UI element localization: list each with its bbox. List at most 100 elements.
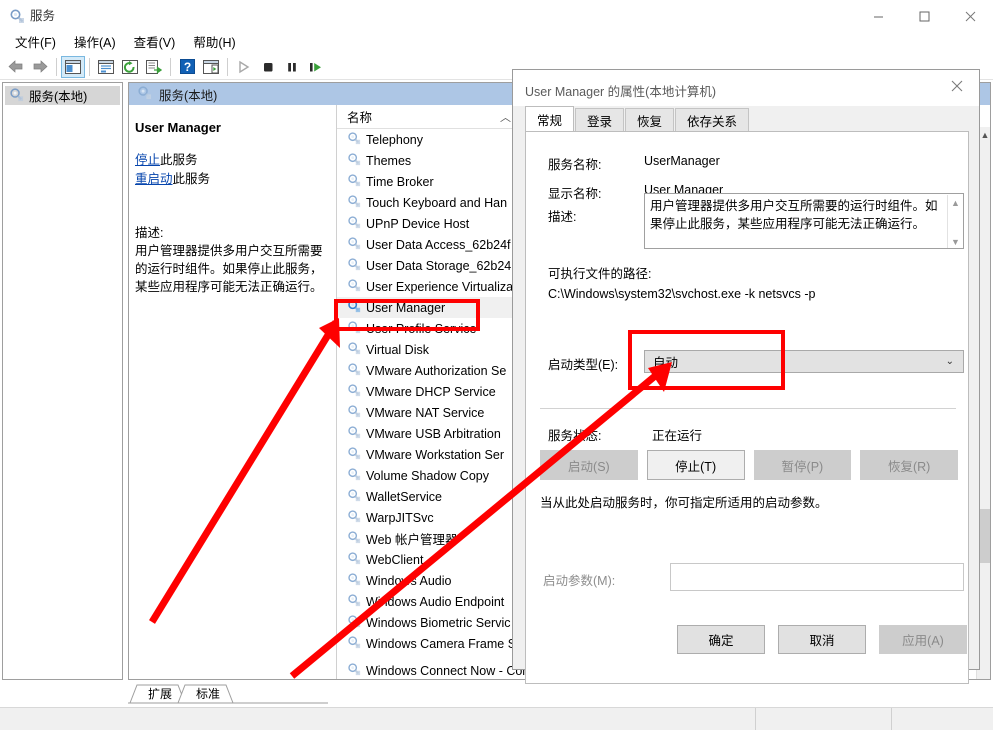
services-gear-icon xyxy=(347,320,361,337)
services-gear-icon xyxy=(347,593,361,610)
stop-button[interactable]: 停止(T) xyxy=(646,450,745,480)
apply-button[interactable]: 应用(A) xyxy=(879,625,967,654)
column-header-name[interactable]: 名称 xyxy=(337,107,512,126)
description-textarea[interactable]: 用户管理器提供多用户交互所需要的运行时组件。如果停止此服务，某些应用程序可能无法… xyxy=(644,193,964,249)
ok-button[interactable]: 确定 xyxy=(677,625,765,654)
maximize-button[interactable] xyxy=(901,0,947,32)
stop-service-link[interactable]: 停止 xyxy=(135,153,160,167)
window-controls xyxy=(855,0,993,32)
services-gear-icon xyxy=(347,131,361,148)
start-button-label: 启动(S) xyxy=(568,459,610,474)
services-gear-icon xyxy=(347,467,361,484)
service-name: Time Broker xyxy=(366,174,434,189)
services-gear-icon xyxy=(347,509,361,526)
tab-general-label: 常规 xyxy=(537,114,563,128)
service-name: Windows Biometric Servic xyxy=(366,615,511,630)
resume-button-label: 恢复(R) xyxy=(887,459,931,474)
start-service-icon[interactable] xyxy=(232,56,256,78)
services-gear-icon xyxy=(347,572,361,589)
service-status-label: 服务状态: xyxy=(548,429,602,443)
startup-params-hint: 当从此处启动服务时，你可指定所适用的启动参数。 xyxy=(540,496,828,510)
services-gear-icon xyxy=(347,530,361,547)
start-button[interactable]: 启动(S) xyxy=(540,450,638,480)
service-name: WebClient xyxy=(366,552,424,567)
tab-logon[interactable]: 登录 xyxy=(575,108,625,132)
description-scrollbar[interactable]: ▲ ▼ xyxy=(947,195,963,248)
refresh-icon[interactable] xyxy=(118,56,142,78)
show-hide-tree-icon[interactable] xyxy=(61,55,85,78)
services-gear-icon xyxy=(347,278,361,295)
services-gear-icon xyxy=(9,87,24,105)
show-action-pane-icon[interactable] xyxy=(199,56,223,78)
stop-service-link-row[interactable]: 停止此服务 xyxy=(135,151,326,170)
tab-standard[interactable]: 标准 xyxy=(186,684,230,703)
apply-button-label: 应用(A) xyxy=(902,634,944,648)
pause-service-icon[interactable] xyxy=(280,56,304,78)
service-name: User Profile Service xyxy=(366,321,477,336)
service-name: VMware Workstation Ser xyxy=(366,447,505,462)
back-icon[interactable] xyxy=(4,56,28,78)
pause-button[interactable]: 暂停(P) xyxy=(753,450,852,480)
status-bar xyxy=(0,707,993,730)
menu-action[interactable]: 操作(A) xyxy=(65,33,125,53)
services-gear-icon xyxy=(347,362,361,379)
menu-help[interactable]: 帮助(H) xyxy=(184,33,244,53)
service-name: Telephony xyxy=(366,132,423,147)
services-gear-icon xyxy=(9,8,25,24)
menu-view[interactable]: 查看(V) xyxy=(125,33,185,53)
cancel-button[interactable]: 取消 xyxy=(778,625,866,654)
service-control-buttons: 启动(S) 停止(T) 暂停(P) 恢复(R) xyxy=(540,450,958,480)
startup-type-value: 自动 xyxy=(653,356,679,370)
services-gear-icon xyxy=(347,635,361,652)
resume-button[interactable]: 恢复(R) xyxy=(860,450,958,480)
export-list-icon[interactable] xyxy=(142,56,166,78)
service-name: User Experience Virtualiza xyxy=(366,279,514,294)
restart-service-link-suffix: 此服务 xyxy=(172,172,211,186)
close-button[interactable] xyxy=(947,0,993,32)
menu-file[interactable]: 文件(F) xyxy=(6,33,65,53)
scroll-down-icon[interactable]: ▼ xyxy=(948,234,963,248)
title-bar: 服务 xyxy=(0,0,993,32)
forward-icon[interactable] xyxy=(28,56,52,78)
tree-node-services-local[interactable]: 服务(本地) xyxy=(5,86,120,105)
divider xyxy=(540,408,956,409)
help-icon[interactable]: ? xyxy=(175,56,199,78)
dialog-footer-buttons: 确定 取消 应用(A) xyxy=(513,625,981,655)
properties-icon[interactable] xyxy=(94,56,118,78)
tab-standard-label: 标准 xyxy=(195,687,220,701)
tab-extended[interactable]: 扩展 xyxy=(138,684,182,703)
services-gear-icon xyxy=(347,194,361,211)
chevron-down-icon: ⌄ xyxy=(945,356,954,367)
tab-general[interactable]: 常规 xyxy=(525,106,575,132)
services-gear-icon xyxy=(347,404,361,421)
services-gear-icon xyxy=(347,215,361,232)
tab-extended-label: 扩展 xyxy=(147,687,172,701)
toolbar-separator xyxy=(170,57,171,76)
status-cell-1 xyxy=(0,708,756,730)
scroll-up-icon[interactable]: ▲ xyxy=(948,195,963,210)
restart-service-link[interactable]: 重启动 xyxy=(135,172,173,186)
dialog-close-button[interactable] xyxy=(935,70,979,102)
service-name: VMware NAT Service xyxy=(366,405,485,420)
service-name: WarpJITSvc xyxy=(366,510,434,525)
console-tree-pane: 服务(本地) xyxy=(2,82,123,680)
tab-recovery[interactable]: 恢复 xyxy=(625,108,675,132)
service-status-value: 正在运行 xyxy=(652,429,703,443)
stop-button-label: 停止(T) xyxy=(675,459,717,474)
tab-logon-label: 登录 xyxy=(587,115,613,129)
stop-service-icon[interactable] xyxy=(256,56,280,78)
minimize-button[interactable] xyxy=(855,0,901,32)
tree-node-label: 服务(本地) xyxy=(29,90,88,104)
status-cell-3 xyxy=(892,708,993,730)
detail-description-text: 用户管理器提供多用户交互所需要的运行时组件。如果停止此服务，某些应用程序可能无法… xyxy=(135,244,323,294)
dialog-title-bar: User Manager 的属性(本地计算机) xyxy=(513,70,979,106)
tab-dependencies[interactable]: 依存关系 xyxy=(675,108,750,132)
start-parameters-input[interactable] xyxy=(670,563,964,591)
service-name: User Manager xyxy=(366,300,446,315)
tab-recovery-label: 恢复 xyxy=(637,115,663,129)
restart-service-icon[interactable] xyxy=(304,56,328,78)
services-gear-icon xyxy=(347,446,361,463)
startup-type-select[interactable]: 自动 ⌄ xyxy=(644,350,964,373)
service-properties-dialog: User Manager 的属性(本地计算机) 常规 登录 恢复 依存关系 服务… xyxy=(512,69,981,684)
restart-service-link-row[interactable]: 重启动此服务 xyxy=(135,170,326,189)
